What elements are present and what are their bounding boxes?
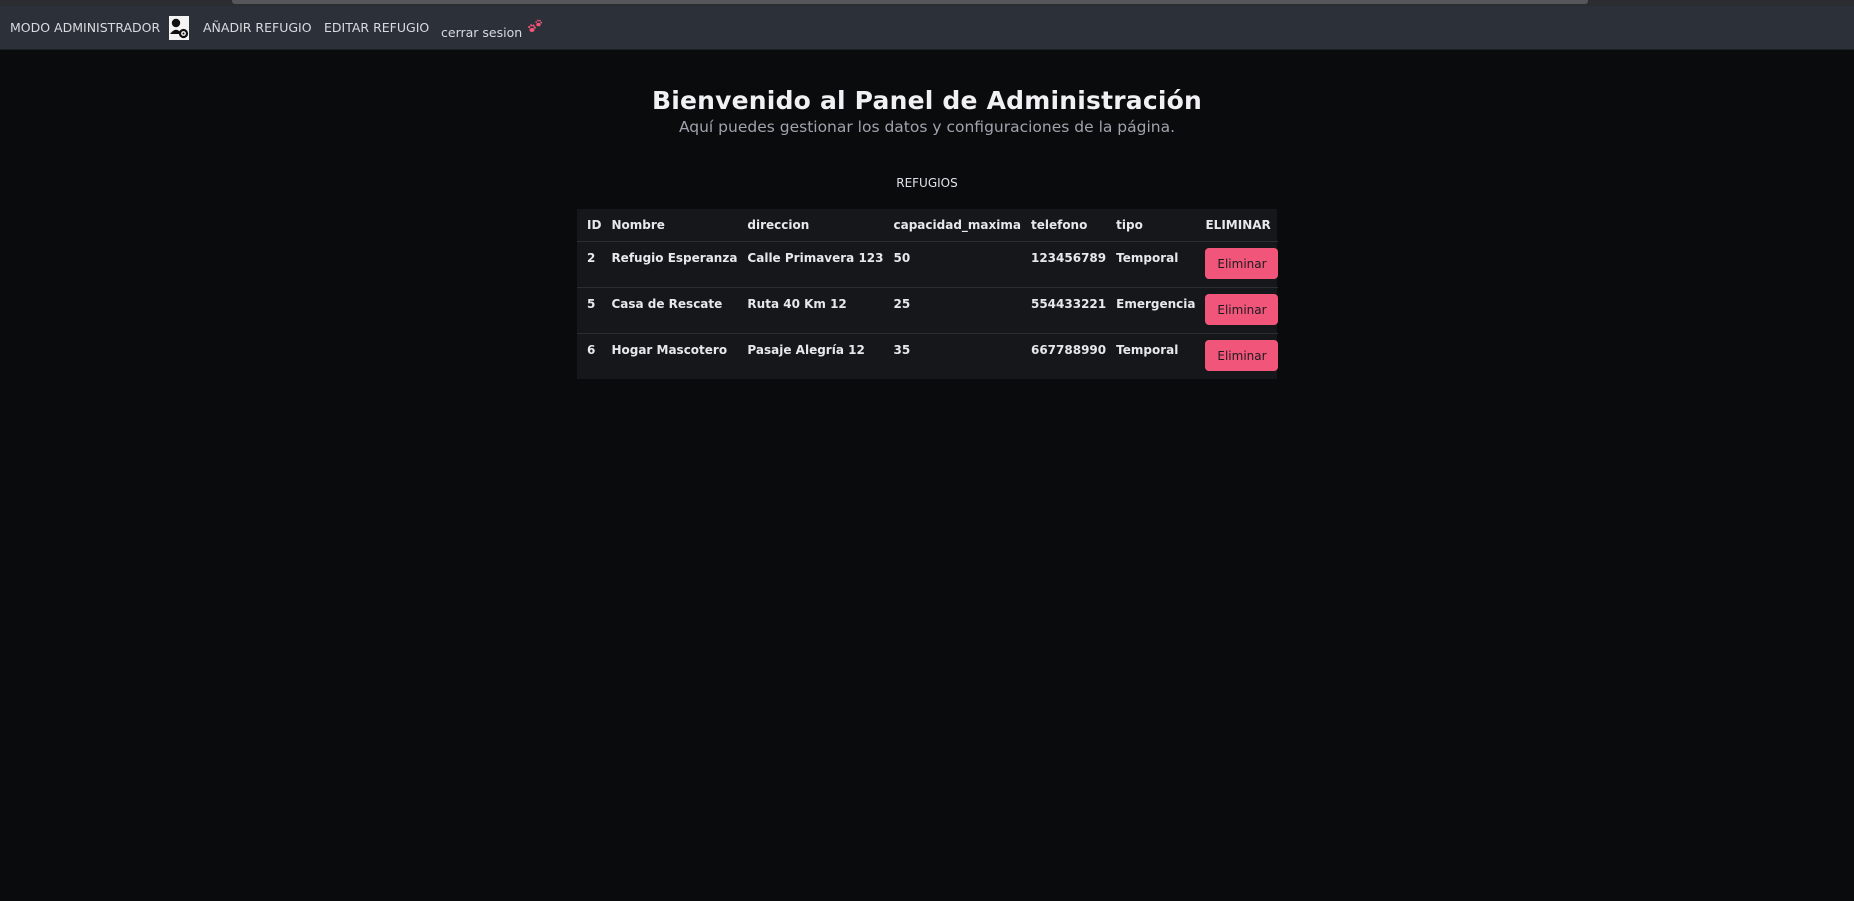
delete-button[interactable]: Eliminar <box>1205 340 1279 371</box>
cell-direccion: Pasaje Alegría 12 <box>747 343 865 357</box>
refugios-table: ID Nombre direccion capacidad_maxima tel… <box>577 209 1279 380</box>
admin-user-icon <box>169 16 190 40</box>
cell-nombre: Refugio Esperanza <box>601 241 738 288</box>
cell-action: Eliminar <box>1195 241 1279 288</box>
nav-edit-refugio[interactable]: EDITAR REFUGIO <box>324 6 429 49</box>
cell-tipo: Emergencia <box>1106 287 1196 334</box>
cell-tipo: Temporal <box>1106 241 1196 288</box>
cell-action: Eliminar <box>1195 334 1279 380</box>
cell-id: 6 <box>587 343 596 357</box>
scrollbar-thumb[interactable] <box>232 0 1588 4</box>
cell-tipo: Temporal <box>1116 343 1179 357</box>
table-header-row: ID Nombre direccion capacidad_maxima tel… <box>577 209 1279 242</box>
column-header-tipo: tipo <box>1106 209 1196 242</box>
cell-telefono: 667788990 <box>1030 343 1107 357</box>
cell-capacidad: 25 <box>883 287 1021 334</box>
page-title: Bienvenido al Panel de Administración <box>651 86 1203 115</box>
delete-button[interactable]: Eliminar <box>1205 248 1279 279</box>
column-header-nombre: Nombre <box>601 209 738 242</box>
table-row: 2 Refugio Esperanza Calle Primavera 123 … <box>577 241 1279 288</box>
delete-button[interactable]: Eliminar <box>1205 294 1279 325</box>
nav-logout-label: cerrar sesion <box>441 25 523 40</box>
refugios-table-container: ID Nombre direccion capacidad_maxima tel… <box>577 209 1279 380</box>
cell-telefono: 554433221 <box>1020 287 1107 334</box>
nav-admin-label: MODO ADMINISTRADOR <box>10 20 161 35</box>
paw-icon <box>528 19 543 32</box>
cell-id: 5 <box>577 287 602 334</box>
cell-id: 2 <box>577 241 602 288</box>
column-header-direccion: direccion <box>737 209 884 242</box>
column-header-id: ID <box>577 209 602 242</box>
table-row: 6 Hogar Mascotero Pasaje Alegría 12 35 6… <box>577 334 1279 380</box>
nav-add-refugio[interactable]: AÑADIR REFUGIO <box>203 6 312 49</box>
column-header-capacidad: capacidad_maxima <box>883 209 1021 242</box>
section-label: REFUGIOS <box>896 176 958 190</box>
page-header: Bienvenido al Panel de Administración Aq… <box>0 84 1854 136</box>
page-subtitle: Aquí puedes gestionar los datos y config… <box>678 118 1176 136</box>
column-header-eliminar: ELIMINAR <box>1195 209 1279 242</box>
cell-direccion: Ruta 40 Km 12 <box>737 287 884 334</box>
nav-logout[interactable]: cerrar sesion <box>441 11 543 54</box>
table-row: 5 Casa de Rescate Ruta 40 Km 12 25 55443… <box>577 287 1279 334</box>
cell-capacidad: 50 <box>883 241 1021 288</box>
cell-direccion: Calle Primavera 123 <box>737 241 884 288</box>
cell-nombre: Casa de Rescate <box>601 287 738 334</box>
cell-action: Eliminar <box>1195 287 1279 334</box>
nav-admin-mode[interactable]: MODO ADMINISTRADOR <box>10 6 190 49</box>
column-header-telefono: telefono <box>1020 209 1107 242</box>
cell-capacidad: 35 <box>893 343 911 357</box>
cell-telefono: 123456789 <box>1020 241 1107 288</box>
top-navbar: MODO ADMINISTRADOR AÑADIR REFUGIO EDITAR… <box>0 6 1854 50</box>
cell-nombre: Hogar Mascotero <box>611 343 728 357</box>
